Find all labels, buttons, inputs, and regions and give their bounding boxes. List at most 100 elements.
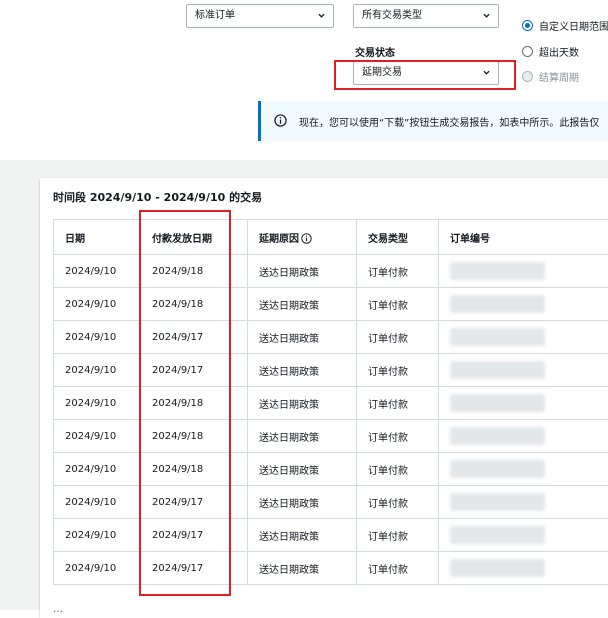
transaction-status-select[interactable]: 延期交易: [353, 61, 499, 85]
date-option-label: 自定义日期范围: [539, 18, 608, 33]
cell-delay-reason: 送达日期政策: [248, 552, 357, 585]
table-row: 2024/9/102024/9/18送达日期政策订单付款: [54, 255, 608, 288]
cell-transaction-type: 订单付款: [357, 420, 439, 453]
radio-disabled-icon: [522, 71, 533, 82]
cell-transaction-type: 订单付款: [357, 387, 439, 420]
info-icon: [274, 114, 287, 127]
cell-delay-reason: 送达日期政策: [248, 387, 357, 420]
cell-date: 2024/9/10: [54, 288, 141, 321]
cell-transaction-type: 订单付款: [357, 453, 439, 486]
column-header-payment-release-date[interactable]: 付款发放日期: [141, 220, 248, 255]
column-header-order-id[interactable]: 订单编号: [439, 220, 608, 255]
redacted-order-id: [450, 493, 545, 511]
table-row: 2024/9/102024/9/17送达日期政策订单付款: [54, 354, 608, 387]
redacted-order-id: [450, 295, 545, 313]
cell-payment-release-date: 2024/9/18: [141, 288, 248, 321]
cell-date: 2024/9/10: [54, 255, 141, 288]
radio-selected-icon[interactable]: [522, 20, 533, 31]
cell-transaction-type: 订单付款: [357, 255, 439, 288]
radio-unselected-icon[interactable]: [522, 46, 533, 57]
transaction-status-label: 交易状态: [355, 44, 395, 59]
transactions-table: 日期 付款发放日期 延期原因 交易类型 订单编号 2024/9/102024/9…: [53, 219, 608, 585]
column-header-date[interactable]: 日期: [54, 220, 141, 255]
cell-date: 2024/9/10: [54, 552, 141, 585]
cell-order-id: [439, 519, 608, 552]
date-option-settlement-period: 结算周期: [522, 68, 579, 84]
chevron-down-icon: [483, 69, 490, 76]
cell-payment-release-date: 2024/9/17: [141, 552, 248, 585]
cell-order-id: [439, 288, 608, 321]
table-row: 2024/9/102024/9/17送达日期政策订单付款: [54, 486, 608, 519]
cell-delay-reason: 送达日期政策: [248, 321, 357, 354]
info-message: 现在，您可以使用“下载”按钮生成交易报告，如表中所示。此报告仅: [299, 114, 599, 129]
cell-order-id: [439, 387, 608, 420]
transaction-type-select-value: 所有交易类型: [362, 10, 422, 21]
cell-delay-reason: 送达日期政策: [248, 255, 357, 288]
cell-date: 2024/9/10: [54, 321, 141, 354]
cell-delay-reason: 送达日期政策: [248, 420, 357, 453]
cell-order-id: [439, 420, 608, 453]
cell-date: 2024/9/10: [54, 420, 141, 453]
cell-order-id: [439, 486, 608, 519]
cell-transaction-type: 订单付款: [357, 288, 439, 321]
redacted-order-id: [450, 361, 545, 379]
redacted-order-id: [450, 394, 545, 412]
table-row: 2024/9/102024/9/17送达日期政策订单付款: [54, 321, 608, 354]
table-row: 2024/9/102024/9/18送达日期政策订单付款: [54, 420, 608, 453]
column-header-transaction-type[interactable]: 交易类型: [357, 220, 439, 255]
date-option-beyond-days[interactable]: 超出天数: [522, 43, 579, 59]
cell-order-id: [439, 255, 608, 288]
cell-date: 2024/9/10: [54, 354, 141, 387]
table-row: 2024/9/102024/9/17送达日期政策订单付款: [54, 552, 608, 585]
cell-delay-reason: 送达日期政策: [248, 486, 357, 519]
cell-delay-reason: 送达日期政策: [248, 519, 357, 552]
cell-transaction-type: 订单付款: [357, 321, 439, 354]
cell-date: 2024/9/10: [54, 486, 141, 519]
cell-payment-release-date: 2024/9/18: [141, 453, 248, 486]
date-option-label: 超出天数: [539, 44, 579, 59]
redacted-order-id: [450, 559, 545, 577]
cell-order-id: [439, 354, 608, 387]
cell-payment-release-date: 2024/9/18: [141, 420, 248, 453]
cell-payment-release-date: 2024/9/17: [141, 321, 248, 354]
cell-order-id: [439, 453, 608, 486]
info-icon[interactable]: [301, 233, 312, 244]
redacted-order-id: [450, 526, 545, 544]
redacted-order-id: [450, 427, 545, 445]
redacted-order-id: [450, 460, 545, 478]
order-type-select[interactable]: 标准订单: [186, 4, 334, 28]
cell-order-id: [439, 321, 608, 354]
table-row: 2024/9/102024/9/18送达日期政策订单付款: [54, 288, 608, 321]
date-option-custom-range[interactable]: 自定义日期范围: [522, 17, 608, 33]
cell-date: 2024/9/10: [54, 519, 141, 552]
cell-date: 2024/9/10: [54, 387, 141, 420]
info-banner: 现在，您可以使用“下载”按钮生成交易报告，如表中所示。此报告仅: [258, 101, 608, 141]
redacted-order-id: [450, 262, 545, 280]
table-row: 2024/9/102024/9/17送达日期政策订单付款: [54, 519, 608, 552]
period-title: 时间段 2024/9/10 - 2024/9/10 的交易: [53, 189, 262, 205]
column-header-delay-reason[interactable]: 延期原因: [248, 220, 357, 255]
cell-delay-reason: 送达日期政策: [248, 354, 357, 387]
cell-payment-release-date: 2024/9/17: [141, 354, 248, 387]
chevron-down-icon: [483, 12, 490, 19]
table-header-row: 日期 付款发放日期 延期原因 交易类型 订单编号: [54, 220, 608, 255]
table-row: 2024/9/102024/9/18送达日期政策订单付款: [54, 453, 608, 486]
cell-delay-reason: 送达日期政策: [248, 288, 357, 321]
cell-payment-release-date: 2024/9/18: [141, 255, 248, 288]
cell-transaction-type: 订单付款: [357, 552, 439, 585]
cell-payment-release-date: 2024/9/17: [141, 486, 248, 519]
cell-delay-reason: 送达日期政策: [248, 453, 357, 486]
cell-payment-release-date: 2024/9/17: [141, 519, 248, 552]
cell-payment-release-date: 2024/9/18: [141, 387, 248, 420]
chevron-down-icon: [318, 12, 325, 19]
cell-transaction-type: 订单付款: [357, 354, 439, 387]
redacted-order-id: [450, 328, 545, 346]
cell-order-id: [439, 552, 608, 585]
cell-transaction-type: 订单付款: [357, 486, 439, 519]
transaction-type-select[interactable]: 所有交易类型: [353, 4, 499, 28]
table-row: 2024/9/102024/9/18送达日期政策订单付款: [54, 387, 608, 420]
cell-transaction-type: 订单付款: [357, 519, 439, 552]
cell-date: 2024/9/10: [54, 453, 141, 486]
transaction-status-select-value: 延期交易: [362, 67, 402, 78]
order-type-select-value: 标准订单: [195, 10, 235, 21]
